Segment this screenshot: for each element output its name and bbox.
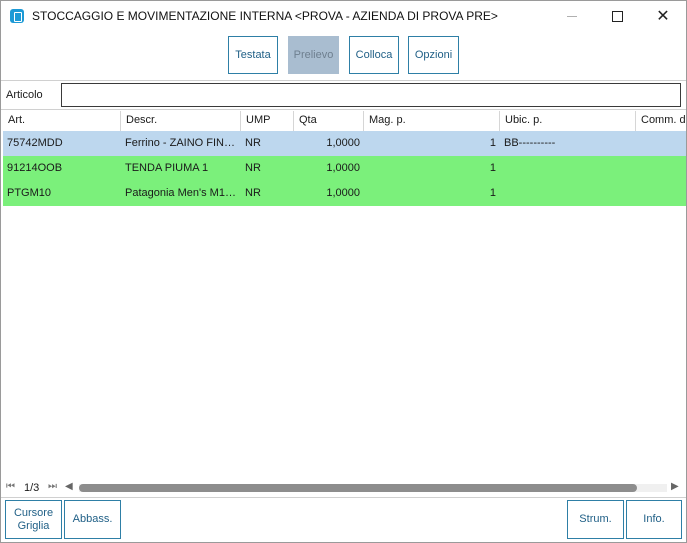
maximize-icon [611, 10, 623, 22]
cell-art: 75742MDD [7, 137, 63, 149]
window-title: STOCCAGGIO E MOVIMENTAZIONE INTERNA <PRO… [32, 9, 498, 23]
cell-ubic [500, 181, 636, 206]
column-header-mag[interactable]: Mag. p. [364, 111, 500, 131]
close-icon: ✕ [656, 8, 670, 25]
cell-ubic: BB---------- [504, 137, 556, 149]
minimize-icon [567, 15, 577, 17]
close-button[interactable]: ✕ [640, 1, 686, 31]
column-header-descr[interactable]: Descr. [121, 111, 241, 131]
cell-mag: 1 [489, 162, 496, 174]
table-row[interactable]: PTGM10 Patagonia Men's M10 Jacket NR 1,0… [3, 181, 686, 206]
cell-comm [636, 156, 686, 181]
scroll-right-icon[interactable]: ▶ [671, 481, 679, 492]
griglia-label: Griglia [17, 519, 50, 532]
table-row[interactable]: 91214OOB TENDA PIUMA 1 NR 1,0000 1 [3, 156, 686, 181]
column-header-comm[interactable]: Comm. d [636, 111, 686, 131]
cell-mag: 1 [489, 137, 496, 149]
grid-body: 75742MDD Ferrino - ZAINO FINISTERRE 38 N… [3, 131, 686, 476]
cursore-griglia-button[interactable]: Cursore Griglia [5, 500, 62, 539]
cell-ump: NR [245, 162, 261, 174]
cell-ump: NR [245, 187, 261, 199]
cursore-label: Cursore [13, 506, 54, 519]
main-window: STOCCAGGIO E MOVIMENTAZIONE INTERNA <PRO… [0, 0, 687, 543]
column-header-ubic[interactable]: Ubic. p. [500, 111, 636, 131]
scroll-left-icon[interactable]: ◀ [65, 481, 73, 492]
cell-qta: 1,0000 [326, 187, 360, 199]
column-header-art[interactable]: Art. [3, 111, 121, 131]
prelievo-button[interactable]: Prelievo [288, 36, 339, 74]
articolo-label: Articolo [6, 89, 43, 101]
cell-mag: 1 [489, 187, 496, 199]
bottom-divider [1, 497, 686, 498]
testata-button[interactable]: Testata [228, 36, 278, 74]
abbass-button[interactable]: Abbass. [64, 500, 121, 539]
grid-header: Art. Descr. UMP Qta Mag. p. Ubic. p. Com… [3, 111, 686, 132]
maximize-button[interactable] [594, 1, 640, 31]
cell-qta: 1,0000 [326, 137, 360, 149]
opzioni-button[interactable]: Opzioni [408, 36, 459, 74]
cell-comm [636, 131, 686, 156]
strum-button[interactable]: Strum. [567, 500, 624, 539]
minimize-button[interactable] [549, 1, 595, 31]
cell-descr: Patagonia Men's M10 Jacket [125, 187, 241, 199]
table-row[interactable]: 75742MDD Ferrino - ZAINO FINISTERRE 38 N… [3, 131, 686, 156]
cell-descr: TENDA PIUMA 1 [125, 162, 209, 174]
cell-qta: 1,0000 [326, 162, 360, 174]
cell-descr: Ferrino - ZAINO FINISTERRE 38 [125, 137, 241, 149]
title-bar[interactable]: STOCCAGGIO E MOVIMENTAZIONE INTERNA <PRO… [1, 1, 686, 31]
last-page-icon[interactable]: ⏭ [48, 481, 57, 492]
articolo-input[interactable] [61, 83, 681, 107]
column-header-qta[interactable]: Qta [294, 111, 364, 131]
cell-ump: NR [245, 137, 261, 149]
scrollbar-thumb[interactable] [79, 484, 637, 492]
cell-art: PTGM10 [7, 187, 52, 199]
info-button[interactable]: Info. [626, 500, 682, 539]
cell-ubic [500, 156, 636, 181]
cell-comm [636, 181, 686, 206]
articolo-filter-row: Articolo [1, 80, 686, 110]
colloca-button[interactable]: Colloca [349, 36, 399, 74]
pager-row: ⏮ 1/3 ⏭ ◀ ▶ [1, 480, 686, 496]
page-indicator: 1/3 [24, 482, 40, 494]
first-page-icon[interactable]: ⏮ [6, 481, 15, 492]
cell-art: 91214OOB [7, 162, 63, 174]
horizontal-scrollbar[interactable] [79, 484, 667, 492]
column-header-ump[interactable]: UMP [241, 111, 294, 131]
app-icon [10, 9, 24, 23]
